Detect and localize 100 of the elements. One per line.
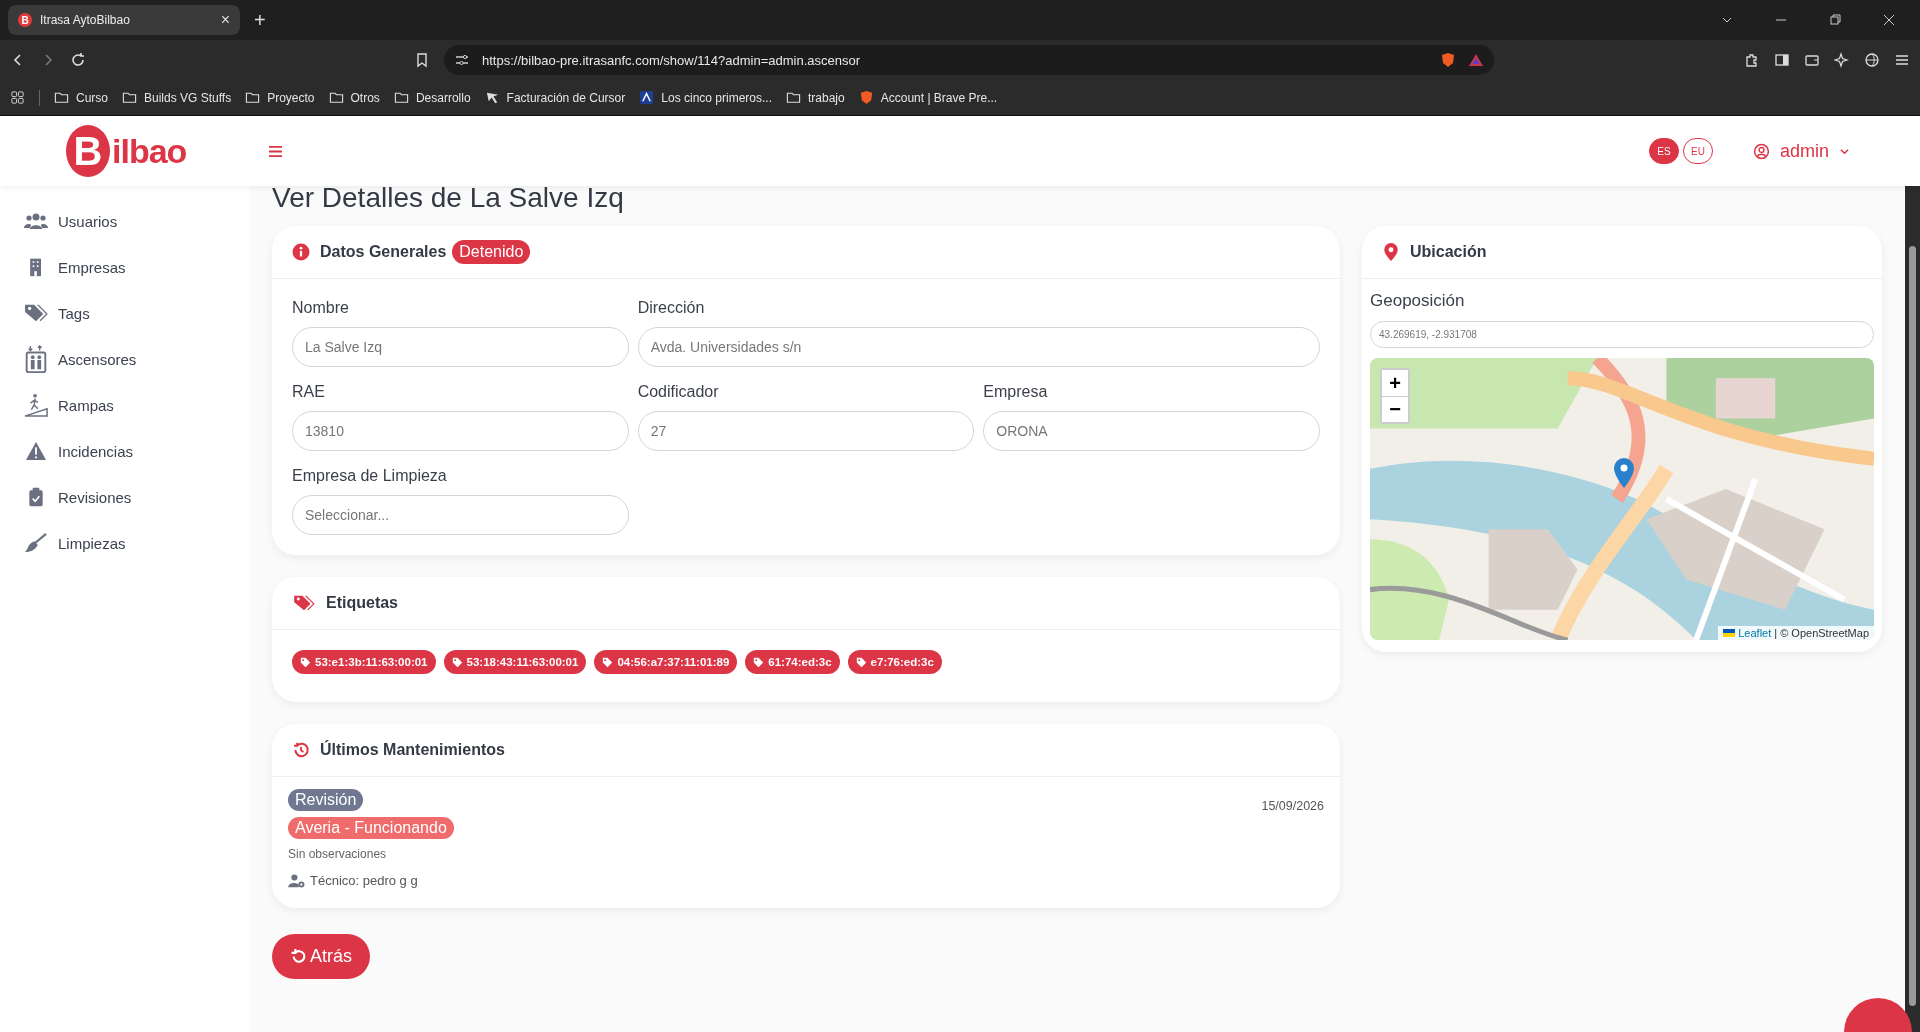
users-icon [24,211,48,231]
sidebar-item[interactable]: Ascensores [0,336,250,382]
reload-icon[interactable] [70,52,86,68]
address-bar[interactable]: https://bilbao-pre.itrasanfc.com/show/114?admin=admin.ascensor [444,45,1494,75]
sidebar-item[interactable]: Empresas [0,244,250,290]
card-title: Ubicación [1410,243,1487,261]
tag-text: 04:56:a7:37:11:01:89 [617,656,730,668]
notes-text: Sin observaciones [288,847,387,861]
bookmark-item[interactable]: Account | Brave Pre... [858,90,998,105]
bookmark-item[interactable]: Proyecto [245,90,315,105]
folder-icon [54,90,69,105]
select-field[interactable]: Seleccionar... [292,495,629,535]
field-label: Dirección [637,299,706,317]
scrollbar-thumb[interactable] [1909,246,1916,1006]
close-icon[interactable] [1883,14,1895,26]
site-settings-icon[interactable] [454,52,470,68]
tag-icon [855,656,867,668]
user-circle-icon [1752,142,1770,160]
menu-icon[interactable] [268,144,284,158]
triangle-icon[interactable] [1468,52,1484,68]
folder-icon [786,90,801,105]
close-tab-button[interactable]: × [220,11,230,29]
zoom-out-button[interactable]: − [1382,396,1408,422]
sidebar-item[interactable]: Incidencias [0,428,250,474]
type-badge: Revisión [288,789,364,811]
bookmark-item[interactable]: Builds VG Stuffs [122,90,232,105]
new-tab-button[interactable]: + [248,8,272,32]
tag-text: 53:e1:3b:11:63:00:01 [315,656,428,668]
text-field[interactable]: 27 [637,411,975,451]
sidebar-item[interactable]: Rampas [0,382,250,428]
undo-icon [290,948,307,965]
sidebar-item[interactable]: Limpiezas [0,520,250,566]
folder-icon [328,90,344,105]
restore-icon[interactable] [1829,14,1841,26]
folder-icon [393,90,409,105]
field-label: Nombre [292,299,350,317]
text-field[interactable]: La Salve Izq [292,327,629,367]
apps-icon[interactable] [10,90,25,105]
broom-icon [24,533,48,553]
flag-icon [1723,629,1736,637]
tag-icon [602,656,614,668]
field-label: Codificador [637,383,720,401]
sidebar-icon[interactable] [1774,52,1790,68]
attribution-text: | © OpenStreetMap [1774,627,1869,639]
coordinates-field[interactable]: 43.269619, -2.931708 [1370,321,1874,348]
bookmark-item[interactable]: Facturación de Cursor [484,90,626,105]
browser-tab[interactable]: B Itrasa AytoBilbao × [8,5,240,35]
card-title: Etiquetas [326,594,398,612]
site-favicon-icon [639,90,655,105]
map-marker-icon[interactable] [1614,458,1634,488]
extensions-icon[interactable] [1744,52,1760,68]
page-title: Ver Detalles de La Salve Izq [272,182,625,214]
brave-shield-icon[interactable] [1440,52,1456,68]
tag-icon [753,656,765,668]
date-text: 15/09/2026 [1261,799,1324,815]
warning-icon [24,441,48,461]
sidebar-item[interactable]: Usuarios [0,198,250,244]
user-menu[interactable]: admin [1752,140,1850,162]
vpn-icon[interactable] [1864,52,1880,68]
tag-text: e7:76:ed:3c [870,656,934,668]
tags-icon [24,303,48,323]
bookmark-item[interactable]: Otros [328,90,380,105]
sparkle-icon[interactable] [1834,52,1850,68]
tab-title: Itrasa AytoBilbao [40,13,131,27]
walking-ramp-icon [24,391,48,419]
sidebar-item[interactable]: Revisiones [0,474,250,520]
field-label: Geoposición [1370,291,1466,311]
sidebar-item[interactable]: Tags [0,290,250,336]
field-label: RAE [292,383,326,401]
language-button[interactable]: EU [1682,138,1713,164]
tag-text: 53:18:43:11:63:00:01 [466,656,579,668]
folder-icon [245,90,261,105]
bookmark-icon[interactable] [414,52,430,68]
field-label: Empresa [983,383,1049,401]
technician-text: Técnico: pedro g g [310,873,418,888]
arrow-cursor-icon [484,90,500,105]
bookmark-item[interactable]: Desarrollo [393,90,471,105]
tag-icon [300,656,311,668]
bilbao-logo[interactable]: B ilbao [66,125,187,177]
bookmark-item[interactable]: trabajo [786,90,845,105]
status-badge: Averia - Funcionando [288,817,454,839]
text-field[interactable]: ORONA [983,411,1320,451]
wallet-icon[interactable] [1804,52,1820,68]
card-title: Últimos Mantenimientos [320,741,505,759]
card-title: Datos Generales [320,243,447,261]
back-button[interactable]: Atrás [272,934,370,979]
field-label: Empresa de Limpieza [292,467,448,485]
status-badge: Detenido [452,240,531,264]
bookmark-item[interactable]: Curso [54,90,108,105]
leaflet-link[interactable]: Leaflet [1738,627,1772,639]
language-button[interactable]: ES [1648,138,1679,164]
text-field[interactable]: Avda. Universidades s/n [637,327,1320,367]
tab-favicon: B [18,13,32,27]
shield-icon [858,90,874,105]
menu-icon[interactable] [1894,52,1910,68]
text-field[interactable]: 13810 [292,411,629,451]
elevator-icon [24,345,48,373]
tags-icon [292,594,316,612]
bookmark-item[interactable]: Los cinco primeros... [639,90,772,105]
folder-icon [122,90,137,105]
